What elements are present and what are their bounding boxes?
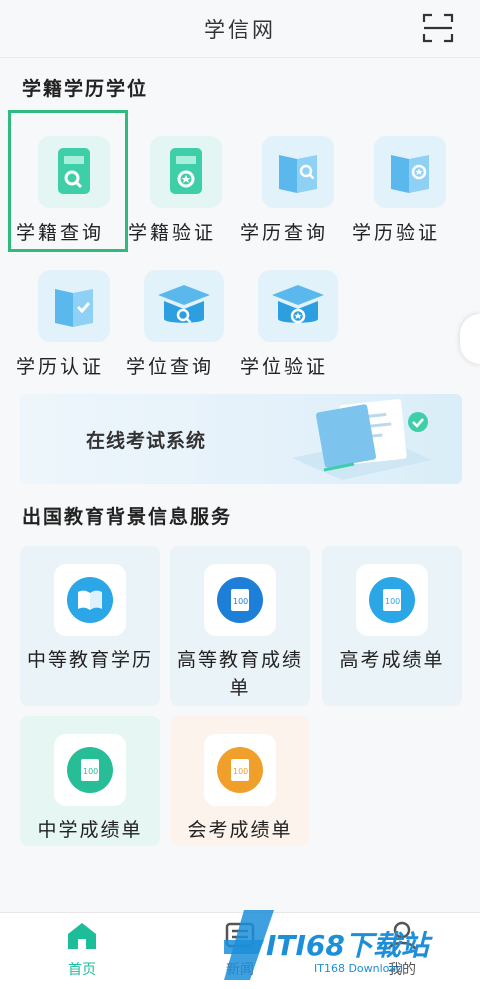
tab-label: 首页 [68,962,96,978]
card-label: 高考成绩单 [339,649,445,671]
svg-text:100: 100 [233,767,248,776]
card-label: 中等教育学历 [26,649,153,671]
score-sheet-icon: 100 [217,747,263,793]
grid-label: 学历验证 [352,222,441,244]
certificate-search-icon [262,136,334,208]
score-sheet-icon: 100 [217,577,263,623]
tab-home[interactable]: 首页 [42,921,122,979]
grid-label: 学历认证 [16,356,105,378]
card-secondary-education[interactable]: 中等教育学历 [20,546,160,706]
card-label: 中学成绩单 [37,819,143,841]
top-bar: 学信网 [0,0,480,58]
card-middle-school-transcript[interactable]: 100 中学成绩单 [20,716,160,846]
card-higher-education-transcript[interactable]: 100 高等教育成绩单 [170,546,310,706]
svg-text:100: 100 [83,767,98,776]
grid-item-xueli-cert[interactable]: 学历认证 [16,270,126,390]
page-title: 学信网 [204,17,276,42]
watermark-text: ITI68下载站 [266,929,429,962]
exam-illustration-icon [292,399,432,480]
card-icon-box: 100 [356,564,428,636]
online-exam-banner[interactable]: 在线考试系统 [20,394,462,484]
grid-label: 学籍查询 [16,222,105,244]
grid-item-xuewei-verify[interactable]: 学位验证 [240,270,350,390]
floating-edge-handle[interactable] [460,314,480,364]
card-gaokao-transcript[interactable]: 100 高考成绩单 [322,546,462,706]
grid-label: 学位查询 [126,356,215,378]
card-icon-box [54,564,126,636]
grid-item-xueji-query[interactable]: 学籍查询 [16,136,126,256]
scan-icon[interactable] [422,12,454,44]
book-open-icon [67,577,113,623]
score-sheet-icon: 100 [67,747,113,793]
section-title-abroad: 出国教育背景信息服务 [22,506,233,528]
cap-search-icon [144,270,224,342]
grid-label: 学籍验证 [128,222,217,244]
card-icon-box: 100 [54,734,126,806]
card-icon-box: 100 [204,734,276,806]
cap-verify-icon [258,270,338,342]
certificate-check-icon [38,270,110,342]
card-label: 高等教育成绩单 [176,649,303,699]
home-icon [68,923,96,949]
grid-item-xueli-query[interactable]: 学历查询 [240,136,350,256]
grid-item-xueji-verify[interactable]: 学籍验证 [128,136,238,256]
card-icon-box: 100 [204,564,276,636]
score-sheet-icon: 100 [369,577,415,623]
grid-item-xueli-verify[interactable]: 学历验证 [352,136,462,256]
card-label: 会考成绩单 [187,819,293,841]
certificate-verify-icon [374,136,446,208]
svg-text:100: 100 [385,597,400,606]
book-verify-icon [150,136,222,208]
book-search-icon [38,136,110,208]
section-title-xueji: 学籍学历学位 [22,78,149,100]
grid-item-xuewei-query[interactable]: 学位查询 [126,270,236,390]
grid-label: 学位验证 [240,356,329,378]
banner-label: 在线考试系统 [86,430,207,452]
watermark-subtext: IT168 Download [314,962,404,975]
svg-text:100: 100 [233,597,248,606]
card-huikao-transcript[interactable]: 100 会考成绩单 [170,716,310,846]
grid-label: 学历查询 [240,222,329,244]
